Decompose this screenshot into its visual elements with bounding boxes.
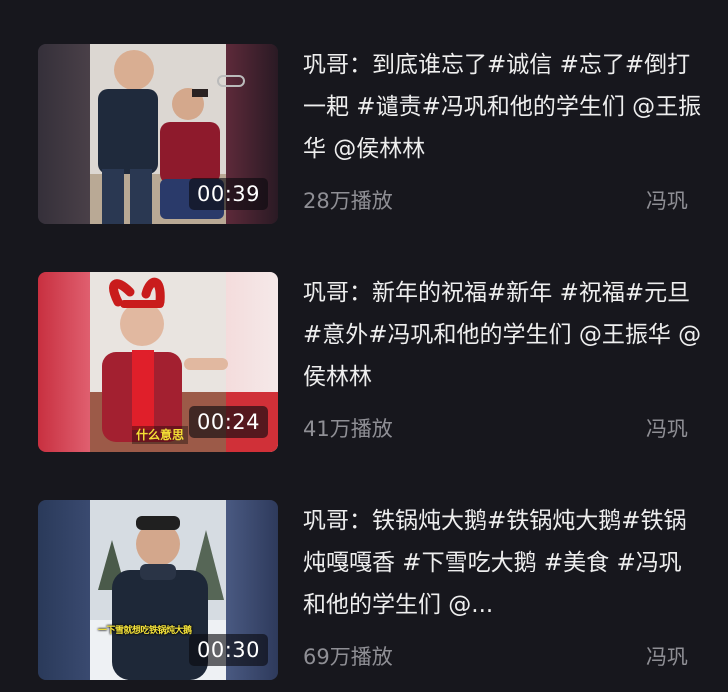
video-card[interactable]: 什么意思 00:24 巩哥：新年的祝福#新年 #祝福#元旦 #意外#冯巩和他的学…: [0, 258, 728, 458]
video-title[interactable]: 巩哥：到底谁忘了#诚信 #忘了#倒打一耙 #谴责#冯巩和他的学生们 @王振华 @…: [303, 44, 703, 170]
video-card[interactable]: 一下雪就想吃铁锅炖大鹅 00:30 巩哥：铁锅炖大鹅#铁锅炖大鹅#铁锅炖嘎嘎香 …: [0, 486, 728, 686]
video-feed: 00:39 巩哥：到底谁忘了#诚信 #忘了#倒打一耙 #谴责#冯巩和他的学生们 …: [0, 0, 728, 692]
view-count: 41万播放: [303, 417, 393, 441]
video-thumbnail[interactable]: 一下雪就想吃铁锅炖大鹅 00:30: [38, 500, 278, 680]
view-count: 28万播放: [303, 189, 393, 213]
author-name[interactable]: 冯巩: [646, 186, 688, 216]
author-name[interactable]: 冯巩: [646, 414, 688, 444]
video-duration: 00:24: [188, 406, 268, 438]
video-thumbnail[interactable]: 00:39: [38, 44, 278, 224]
video-card[interactable]: 00:39 巩哥：到底谁忘了#诚信 #忘了#倒打一耙 #谴责#冯巩和他的学生们 …: [0, 30, 728, 230]
author-name[interactable]: 冯巩: [646, 642, 688, 672]
video-duration: 00:39: [188, 178, 268, 210]
video-title[interactable]: 巩哥：铁锅炖大鹅#铁锅炖大鹅#铁锅炖嘎嘎香 #下雪吃大鹅 #美食 #冯巩和他的学…: [303, 500, 703, 626]
view-count: 69万播放: [303, 645, 393, 669]
video-duration: 00:30: [188, 634, 268, 666]
thumbnail-caption: 什么意思: [132, 426, 189, 444]
video-title[interactable]: 巩哥：新年的祝福#新年 #祝福#元旦 #意外#冯巩和他的学生们 @王振华 @侯林…: [303, 272, 703, 398]
thumbnail-subtitle: 一下雪就想吃铁锅炖大鹅: [98, 626, 192, 636]
video-thumbnail[interactable]: 什么意思 00:24: [38, 272, 278, 452]
